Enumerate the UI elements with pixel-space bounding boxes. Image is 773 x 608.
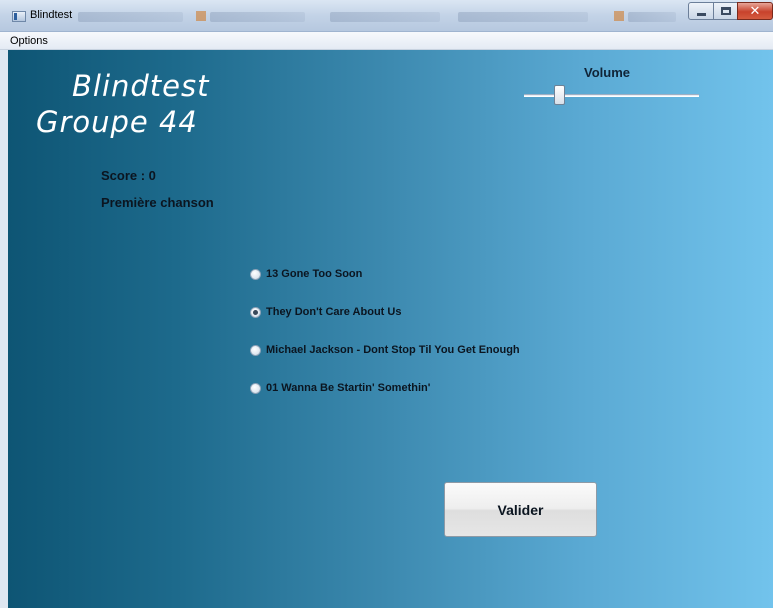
app-title: Blindtest Groupe 44 xyxy=(36,68,210,140)
answer-option[interactable]: 01 Wanna Be Startin' Somethin' xyxy=(250,382,430,394)
submit-button[interactable]: Valider xyxy=(444,482,597,537)
answer-option-label: Michael Jackson - Dont Stop Til You Get … xyxy=(266,344,520,356)
app-title-line2: Groupe 44 xyxy=(36,105,198,139)
answer-option[interactable]: Michael Jackson - Dont Stop Til You Get … xyxy=(250,344,520,356)
app-title-line1: Blindtest xyxy=(72,69,210,103)
blurred-taskbar-item xyxy=(628,12,676,22)
blurred-taskbar-icon xyxy=(196,11,206,21)
radio-button[interactable] xyxy=(250,382,261,394)
title-bar: Blindtest ✕ xyxy=(0,0,773,32)
blurred-taskbar-item xyxy=(330,12,440,22)
close-button[interactable]: ✕ xyxy=(737,2,773,20)
volume-slider-track[interactable] xyxy=(524,94,699,97)
answer-option-label: 13 Gone Too Soon xyxy=(266,268,363,280)
volume-label: Volume xyxy=(584,65,630,80)
status-label: Première chanson xyxy=(101,195,214,210)
blurred-taskbar-item xyxy=(78,12,183,22)
minimize-button[interactable] xyxy=(688,2,714,20)
answer-option-label: They Don't Care About Us xyxy=(266,306,402,318)
blurred-taskbar-item xyxy=(458,12,588,22)
blurred-taskbar-item xyxy=(210,12,305,22)
answer-option[interactable]: 13 Gone Too Soon xyxy=(250,268,362,280)
app-icon xyxy=(12,11,26,22)
maximize-icon xyxy=(720,7,731,15)
answer-option[interactable]: They Don't Care About Us xyxy=(250,306,401,318)
window-title: Blindtest xyxy=(30,9,73,21)
volume-slider-thumb[interactable] xyxy=(553,85,565,105)
close-icon: ✕ xyxy=(749,3,761,19)
radio-button-selected[interactable] xyxy=(250,306,261,318)
menu-bar: Options xyxy=(0,32,773,50)
menu-item-options[interactable]: Options xyxy=(10,35,48,47)
answer-option-label: 01 Wanna Be Startin' Somethin' xyxy=(266,382,431,394)
maximize-button[interactable] xyxy=(713,2,738,20)
blurred-taskbar-icon xyxy=(614,11,624,21)
radio-button[interactable] xyxy=(250,344,261,356)
score-label: Score : 0 xyxy=(101,168,156,183)
minimize-icon xyxy=(696,13,706,16)
radio-button[interactable] xyxy=(250,268,261,280)
